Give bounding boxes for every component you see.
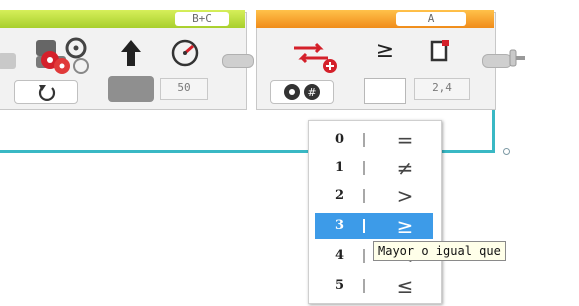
tooltip: Mayor o igual que: [373, 241, 506, 261]
option-separator: [363, 219, 365, 233]
option-number: 4: [335, 248, 345, 263]
option-separator: [363, 133, 365, 147]
option-number: 0: [335, 132, 345, 147]
wire-cap-icon: [508, 48, 526, 70]
dropdown-option-greater[interactable]: 2 >: [315, 183, 433, 209]
dropdown-option-not-equal[interactable]: 1 ≠: [315, 155, 433, 181]
compare-icon: [286, 36, 346, 76]
sequence-in-connector: [0, 53, 16, 69]
option-number: 2: [335, 188, 345, 203]
threshold-icon: [428, 38, 452, 64]
equal-icon: =: [396, 128, 414, 152]
less-equal-icon: ≤: [396, 274, 414, 298]
comparison-value-slot[interactable]: [364, 78, 406, 104]
compare-port-selector[interactable]: A: [396, 12, 466, 26]
comparison-selector-icon: ≥: [375, 38, 395, 63]
svg-text:#: #: [307, 86, 316, 99]
greater-than-icon: >: [396, 184, 414, 208]
speed-value-field[interactable]: 50: [160, 78, 208, 100]
dropdown-option-less-equal[interactable]: 5 ≤: [315, 273, 433, 299]
speed-dial-icon: [168, 38, 202, 68]
option-separator: [363, 189, 365, 203]
sequence-connector: [222, 54, 254, 68]
not-equal-icon: ≠: [396, 156, 414, 180]
option-separator: [363, 279, 365, 293]
steering-arrow-icon: [118, 38, 144, 68]
move-tank-icon: [32, 36, 94, 76]
option-separator: [363, 161, 365, 175]
option-number: 1: [335, 160, 345, 175]
dropdown-option-equal[interactable]: 0 =: [315, 127, 433, 153]
wire-end-dot: [503, 148, 510, 155]
greater-equal-icon: ≥: [396, 214, 414, 238]
option-separator: [363, 249, 365, 263]
rotate-icon: [36, 82, 58, 102]
option-number: 3: [335, 218, 345, 233]
motor-port-selector[interactable]: B+C: [175, 12, 229, 26]
comparison-dropdown: 0 = 1 ≠ 2 > 3 ≥ 4 < 5 ≤: [308, 120, 442, 304]
dropdown-option-greater-equal[interactable]: 3 ≥: [315, 213, 433, 239]
option-number: 5: [335, 278, 345, 293]
steering-param-slot[interactable]: [108, 76, 154, 102]
gear-hash-icon: #: [282, 82, 324, 102]
threshold-value-field[interactable]: 2,4: [414, 78, 470, 100]
